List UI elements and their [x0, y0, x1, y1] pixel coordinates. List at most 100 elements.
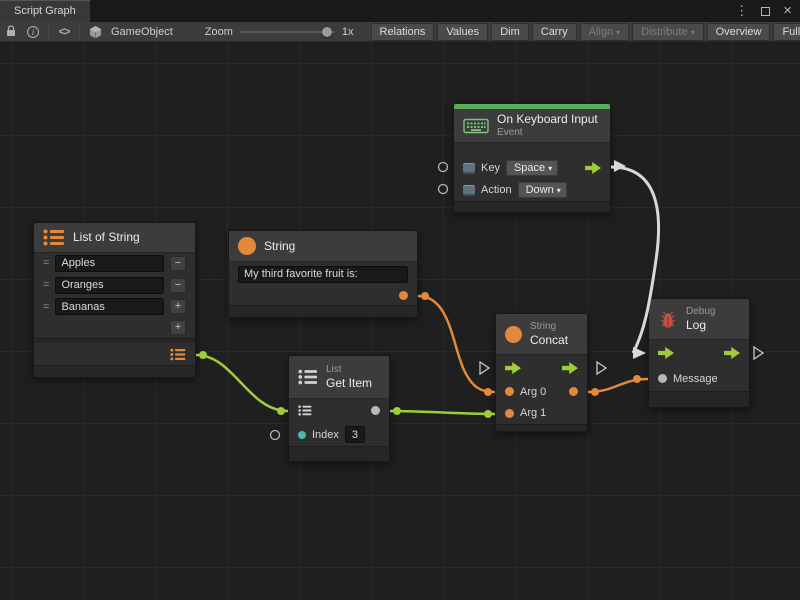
- flow-out-port[interactable]: [585, 162, 601, 174]
- string-output-port[interactable]: [399, 291, 408, 300]
- action-external-port[interactable]: [439, 185, 448, 194]
- node-category: Debug: [686, 306, 715, 318]
- arg1-input-port[interactable]: [505, 409, 514, 418]
- node-header[interactable]: String Concat: [496, 314, 587, 355]
- action-label: Action: [481, 184, 512, 196]
- index-input[interactable]: [345, 426, 365, 443]
- index-label: Index: [312, 429, 339, 441]
- list-item-row: = −: [34, 253, 195, 275]
- node-header[interactable]: List of String: [34, 223, 195, 253]
- node-header[interactable]: String: [229, 231, 417, 262]
- chevron-down-icon: ▾: [548, 164, 552, 173]
- flow-out-port[interactable]: [562, 362, 578, 374]
- carry-button[interactable]: Carry: [532, 23, 577, 41]
- values-button[interactable]: Values: [437, 23, 488, 41]
- unity-cube-icon: [84, 22, 106, 42]
- remove-item-button[interactable]: +: [170, 299, 186, 314]
- action-port-row: Action Down ▾: [454, 179, 610, 201]
- chevron-down-icon: ▾: [616, 28, 620, 37]
- dim-button[interactable]: Dim: [491, 23, 529, 41]
- remove-item-button[interactable]: −: [170, 256, 186, 271]
- index-external-port[interactable]: [271, 431, 280, 440]
- node-debug-log[interactable]: Debug Log Message: [648, 298, 750, 408]
- wire-endpoint-dot: [633, 375, 641, 383]
- wire-endpoint-dot: [591, 388, 599, 396]
- node-string-literal[interactable]: String: [228, 230, 418, 318]
- key-external-port[interactable]: [439, 163, 448, 172]
- item-output-port[interactable]: [371, 406, 380, 415]
- drag-handle-icon[interactable]: =: [43, 257, 49, 269]
- list-input-row: [289, 399, 389, 423]
- flow-row: [496, 355, 587, 381]
- window-menu-icon[interactable]: ⋮: [735, 3, 748, 19]
- fullscreen-button[interactable]: Full Scre: [773, 23, 800, 41]
- wire-endpoint-dot: [484, 410, 492, 418]
- node-header[interactable]: Debug Log: [649, 299, 749, 340]
- arg1-row: Arg 1: [496, 402, 587, 424]
- action-dropdown[interactable]: Down ▾: [518, 182, 567, 198]
- node-title: Log: [686, 318, 715, 332]
- node-list-of-string[interactable]: List of String = − = − = + +: [33, 222, 196, 378]
- string-output-row: [229, 286, 417, 306]
- string-type-icon: [238, 237, 256, 255]
- string-value-input[interactable]: [238, 266, 408, 283]
- wire-string-to-concat: [418, 296, 495, 392]
- key-dropdown[interactable]: Space ▾: [506, 160, 558, 176]
- index-input-port[interactable]: [298, 431, 306, 439]
- list-item-input[interactable]: [55, 255, 164, 272]
- node-footer: [229, 305, 417, 317]
- wire-end-arrow: [633, 347, 646, 359]
- title-bar: Script Graph ⋮ ×: [0, 0, 800, 22]
- wire-endpoint-dot: [484, 388, 492, 396]
- list-input-port[interactable]: [298, 405, 312, 416]
- zoom-label: Zoom: [205, 26, 233, 38]
- overview-button[interactable]: Overview: [707, 23, 771, 41]
- node-header[interactable]: On Keyboard Input Event: [454, 109, 610, 143]
- message-input-port[interactable]: [658, 374, 667, 383]
- lock-icon[interactable]: [0, 22, 22, 42]
- log-flow-out-marker[interactable]: [754, 347, 763, 359]
- node-concat[interactable]: String Concat Arg 0 Arg 1: [495, 313, 588, 432]
- zoom-slider-track[interactable]: [240, 31, 335, 33]
- keyboard-icon: [463, 116, 489, 135]
- list-item-input[interactable]: [55, 298, 164, 315]
- key-port-row: Key Space ▾: [454, 157, 610, 179]
- wire-start-arrow: [614, 160, 626, 172]
- zoom-slider-handle[interactable]: [322, 27, 332, 37]
- node-title: List of String: [73, 230, 140, 244]
- drag-handle-icon[interactable]: =: [43, 301, 49, 313]
- close-icon[interactable]: ×: [783, 5, 792, 17]
- info-icon[interactable]: i: [22, 22, 44, 42]
- node-title: String: [264, 239, 295, 253]
- relations-button[interactable]: Relations: [371, 23, 435, 41]
- wire-endpoint-dot: [393, 407, 401, 415]
- key-label: Key: [481, 162, 500, 174]
- window-tab[interactable]: Script Graph: [0, 0, 90, 22]
- key-dropdown-value: Space: [514, 162, 545, 174]
- flow-in-port[interactable]: [658, 347, 674, 359]
- graph-canvas[interactable]: On Keyboard Input Event Key Space ▾ Acti…: [0, 42, 800, 600]
- result-output-port[interactable]: [569, 387, 578, 396]
- list-item-row: = −: [34, 274, 195, 296]
- concat-flow-out-marker[interactable]: [597, 362, 606, 374]
- concat-flow-in-marker[interactable]: [480, 362, 489, 374]
- zoom-slider[interactable]: [240, 22, 335, 42]
- node-get-item[interactable]: List Get Item Index: [288, 355, 390, 462]
- arg0-input-port[interactable]: [505, 387, 514, 396]
- list-icon: [43, 229, 65, 246]
- add-item-button[interactable]: +: [170, 320, 186, 335]
- node-on-keyboard-input[interactable]: On Keyboard Input Event Key Space ▾ Acti…: [453, 103, 611, 213]
- flow-out-port[interactable]: [724, 347, 740, 359]
- gameobject-label[interactable]: GameObject: [111, 26, 173, 38]
- maximize-icon[interactable]: [761, 7, 770, 16]
- node-title: Get Item: [326, 376, 372, 390]
- list-item-input[interactable]: [55, 277, 164, 294]
- list-output-port[interactable]: [170, 348, 186, 361]
- flow-in-port[interactable]: [505, 362, 521, 374]
- node-header[interactable]: List Get Item: [289, 356, 389, 399]
- drag-handle-icon[interactable]: =: [43, 279, 49, 291]
- message-label: Message: [673, 373, 718, 385]
- code-icon[interactable]: <>: [53, 22, 75, 42]
- remove-item-button[interactable]: −: [170, 278, 186, 293]
- add-item-row: +: [34, 318, 195, 338]
